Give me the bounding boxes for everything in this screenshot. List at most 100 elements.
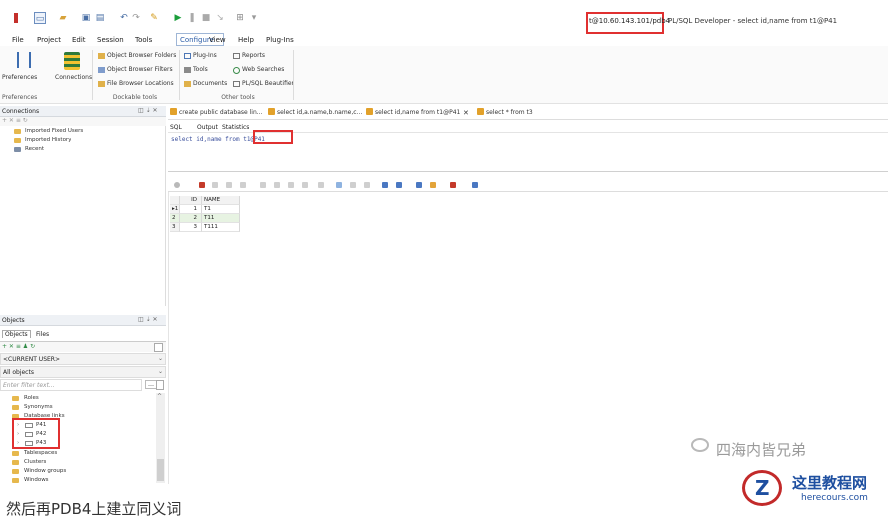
preferences-icon[interactable]	[17, 52, 31, 68]
grid-icon[interactable]	[416, 182, 422, 188]
connections-item[interactable]: Imported Fixed Users	[25, 128, 83, 134]
connection-label[interactable]: t@10.60.143.101/pdb4	[589, 17, 670, 25]
plug-ins-button[interactable]: Plug-Ins	[193, 52, 217, 59]
next-icon[interactable]	[302, 182, 308, 188]
customize-icon[interactable]: ▾	[248, 12, 260, 24]
query-icon[interactable]	[174, 182, 180, 188]
connections-item[interactable]: Recent	[25, 146, 44, 152]
object-browser-folders-button[interactable]: Object Browser Folders	[107, 52, 176, 59]
tree-item-roles[interactable]: Roles	[24, 395, 39, 401]
new-window-icon[interactable]: ▭	[34, 12, 46, 24]
connections-icon[interactable]	[64, 52, 80, 70]
subtab-sql[interactable]: SQL	[170, 124, 182, 131]
subtab-statistics[interactable]: Statistics	[222, 124, 249, 131]
cell-name[interactable]: T11	[202, 214, 240, 223]
connections-item[interactable]: Imported History	[25, 137, 71, 143]
open-icon[interactable]: ▰	[57, 12, 69, 24]
lock-icon[interactable]	[199, 182, 205, 188]
editor-tab[interactable]: select * from t3	[477, 107, 533, 119]
menu-tools[interactable]: Tools	[135, 36, 152, 44]
insert-record-icon[interactable]	[226, 182, 232, 188]
reports-button[interactable]: Reports	[242, 52, 265, 59]
row-number[interactable]: 3	[170, 223, 180, 232]
panel-pin-icon[interactable]: ◫ ⇣ ✕	[138, 316, 158, 323]
object-type-select[interactable]: All objects ⌄	[0, 366, 166, 378]
export-results-icon[interactable]	[450, 182, 456, 188]
auto-filter-icon[interactable]	[472, 182, 478, 188]
connections-button[interactable]: Connections	[55, 74, 92, 81]
single-record-icon[interactable]	[336, 182, 342, 188]
expand-icon[interactable]: ›	[17, 431, 19, 437]
panel-pin-icon[interactable]: ◫ ⇣ ✕	[138, 107, 158, 114]
filter-input[interactable]: Enter filter text...	[0, 379, 142, 391]
filter-apply-icon[interactable]	[156, 380, 164, 390]
menu-project[interactable]: Project	[37, 36, 61, 44]
plsql-beautifier-button[interactable]: PL/SQL Beautifier	[242, 80, 294, 87]
undo-icon[interactable]: ↶	[118, 12, 130, 24]
tree-item-windows[interactable]: Windows	[24, 477, 49, 483]
scrollbar-thumb[interactable]	[157, 459, 164, 481]
tree-item-window-groups[interactable]: Window groups	[24, 468, 66, 474]
clear-icon[interactable]	[318, 182, 324, 188]
menu-session[interactable]: Session	[97, 36, 124, 44]
find-icon[interactable]	[288, 182, 294, 188]
column-header-id[interactable]: ID	[180, 196, 202, 205]
object-browser-filters-button[interactable]: Object Browser Filters	[107, 66, 173, 73]
edit-record-icon[interactable]	[212, 182, 218, 188]
editor-tab[interactable]: create public database lin...	[170, 107, 263, 119]
expand-icon[interactable]: ›	[17, 422, 19, 428]
menu-edit[interactable]: Edit	[72, 36, 86, 44]
connections-toolbar-icons[interactable]: + ✕ ≡ ↻	[2, 117, 28, 124]
execute-icon[interactable]: ▶	[172, 12, 184, 24]
pause-icon[interactable]: ❚	[186, 12, 198, 24]
row-indicator[interactable]: ▸1	[170, 205, 180, 214]
file-browser-locations-button[interactable]: File Browser Locations	[107, 80, 174, 87]
preferences-button[interactable]: Preferences	[2, 74, 37, 81]
filter-checkbox[interactable]	[154, 343, 163, 352]
cell-id[interactable]: 2	[180, 214, 202, 223]
chart-icon[interactable]	[430, 182, 436, 188]
layout-icon[interactable]: ⊞	[234, 12, 246, 24]
tab-files[interactable]: Files	[36, 331, 49, 338]
redo-icon[interactable]: ↷	[130, 12, 142, 24]
documents-button[interactable]: Documents	[193, 80, 227, 87]
cell-id[interactable]: 3	[180, 223, 202, 232]
filter-record-icon[interactable]	[260, 182, 266, 188]
fetch-icon[interactable]	[364, 182, 370, 188]
menu-help[interactable]: Help	[238, 36, 254, 44]
export-icon[interactable]	[396, 182, 402, 188]
editor-tab[interactable]: select id,a.name,b.name,c...	[268, 107, 362, 119]
menu-view[interactable]: View	[209, 36, 226, 44]
save-icon[interactable]: ▣	[80, 12, 92, 24]
tree-item-db-link[interactable]: P42	[36, 431, 46, 437]
column-header-name[interactable]: NAME	[202, 196, 240, 205]
row-number[interactable]: 2	[170, 214, 180, 223]
web-searches-button[interactable]: Web Searches	[242, 66, 284, 73]
tree-item-synonyms[interactable]: Synonyms	[24, 404, 53, 410]
commit-icon[interactable]: ↘	[214, 12, 226, 24]
tab-objects[interactable]: Objects	[2, 330, 31, 338]
expand-icon[interactable]: ›	[17, 440, 19, 446]
tree-item-tablespaces[interactable]: Tablespaces	[24, 450, 57, 456]
subtab-output[interactable]: Output	[197, 124, 218, 131]
tools-button[interactable]: Tools	[193, 66, 208, 73]
objects-scrollbar[interactable]: ^	[156, 393, 165, 483]
tree-item-db-link[interactable]: P43	[36, 440, 46, 446]
compile-icon[interactable]: ✎	[148, 12, 160, 24]
post-icon[interactable]	[240, 182, 246, 188]
tree-item-db-link[interactable]: P41	[36, 422, 46, 428]
sort-icon[interactable]	[274, 182, 280, 188]
editor-tab-active[interactable]: select id,name from t1@P41	[366, 107, 461, 119]
stop-icon[interactable]: ■	[200, 12, 212, 24]
query-by-example-icon[interactable]	[350, 182, 356, 188]
menu-file[interactable]: File	[12, 36, 24, 44]
fetch-last-icon[interactable]	[382, 182, 388, 188]
cell-name[interactable]: T111	[202, 223, 240, 232]
print-icon[interactable]: ▤	[94, 12, 106, 24]
tree-item-clusters[interactable]: Clusters	[24, 459, 46, 465]
user-select[interactable]: <CURRENT USER> ⌄	[0, 353, 166, 365]
scroll-up-icon[interactable]: ^	[157, 393, 162, 400]
objects-toolbar-icons[interactable]: + ✕ ≡ ♟ ↻	[2, 343, 35, 350]
cell-name[interactable]: T1	[202, 205, 240, 214]
cell-id[interactable]: 1	[180, 205, 202, 214]
